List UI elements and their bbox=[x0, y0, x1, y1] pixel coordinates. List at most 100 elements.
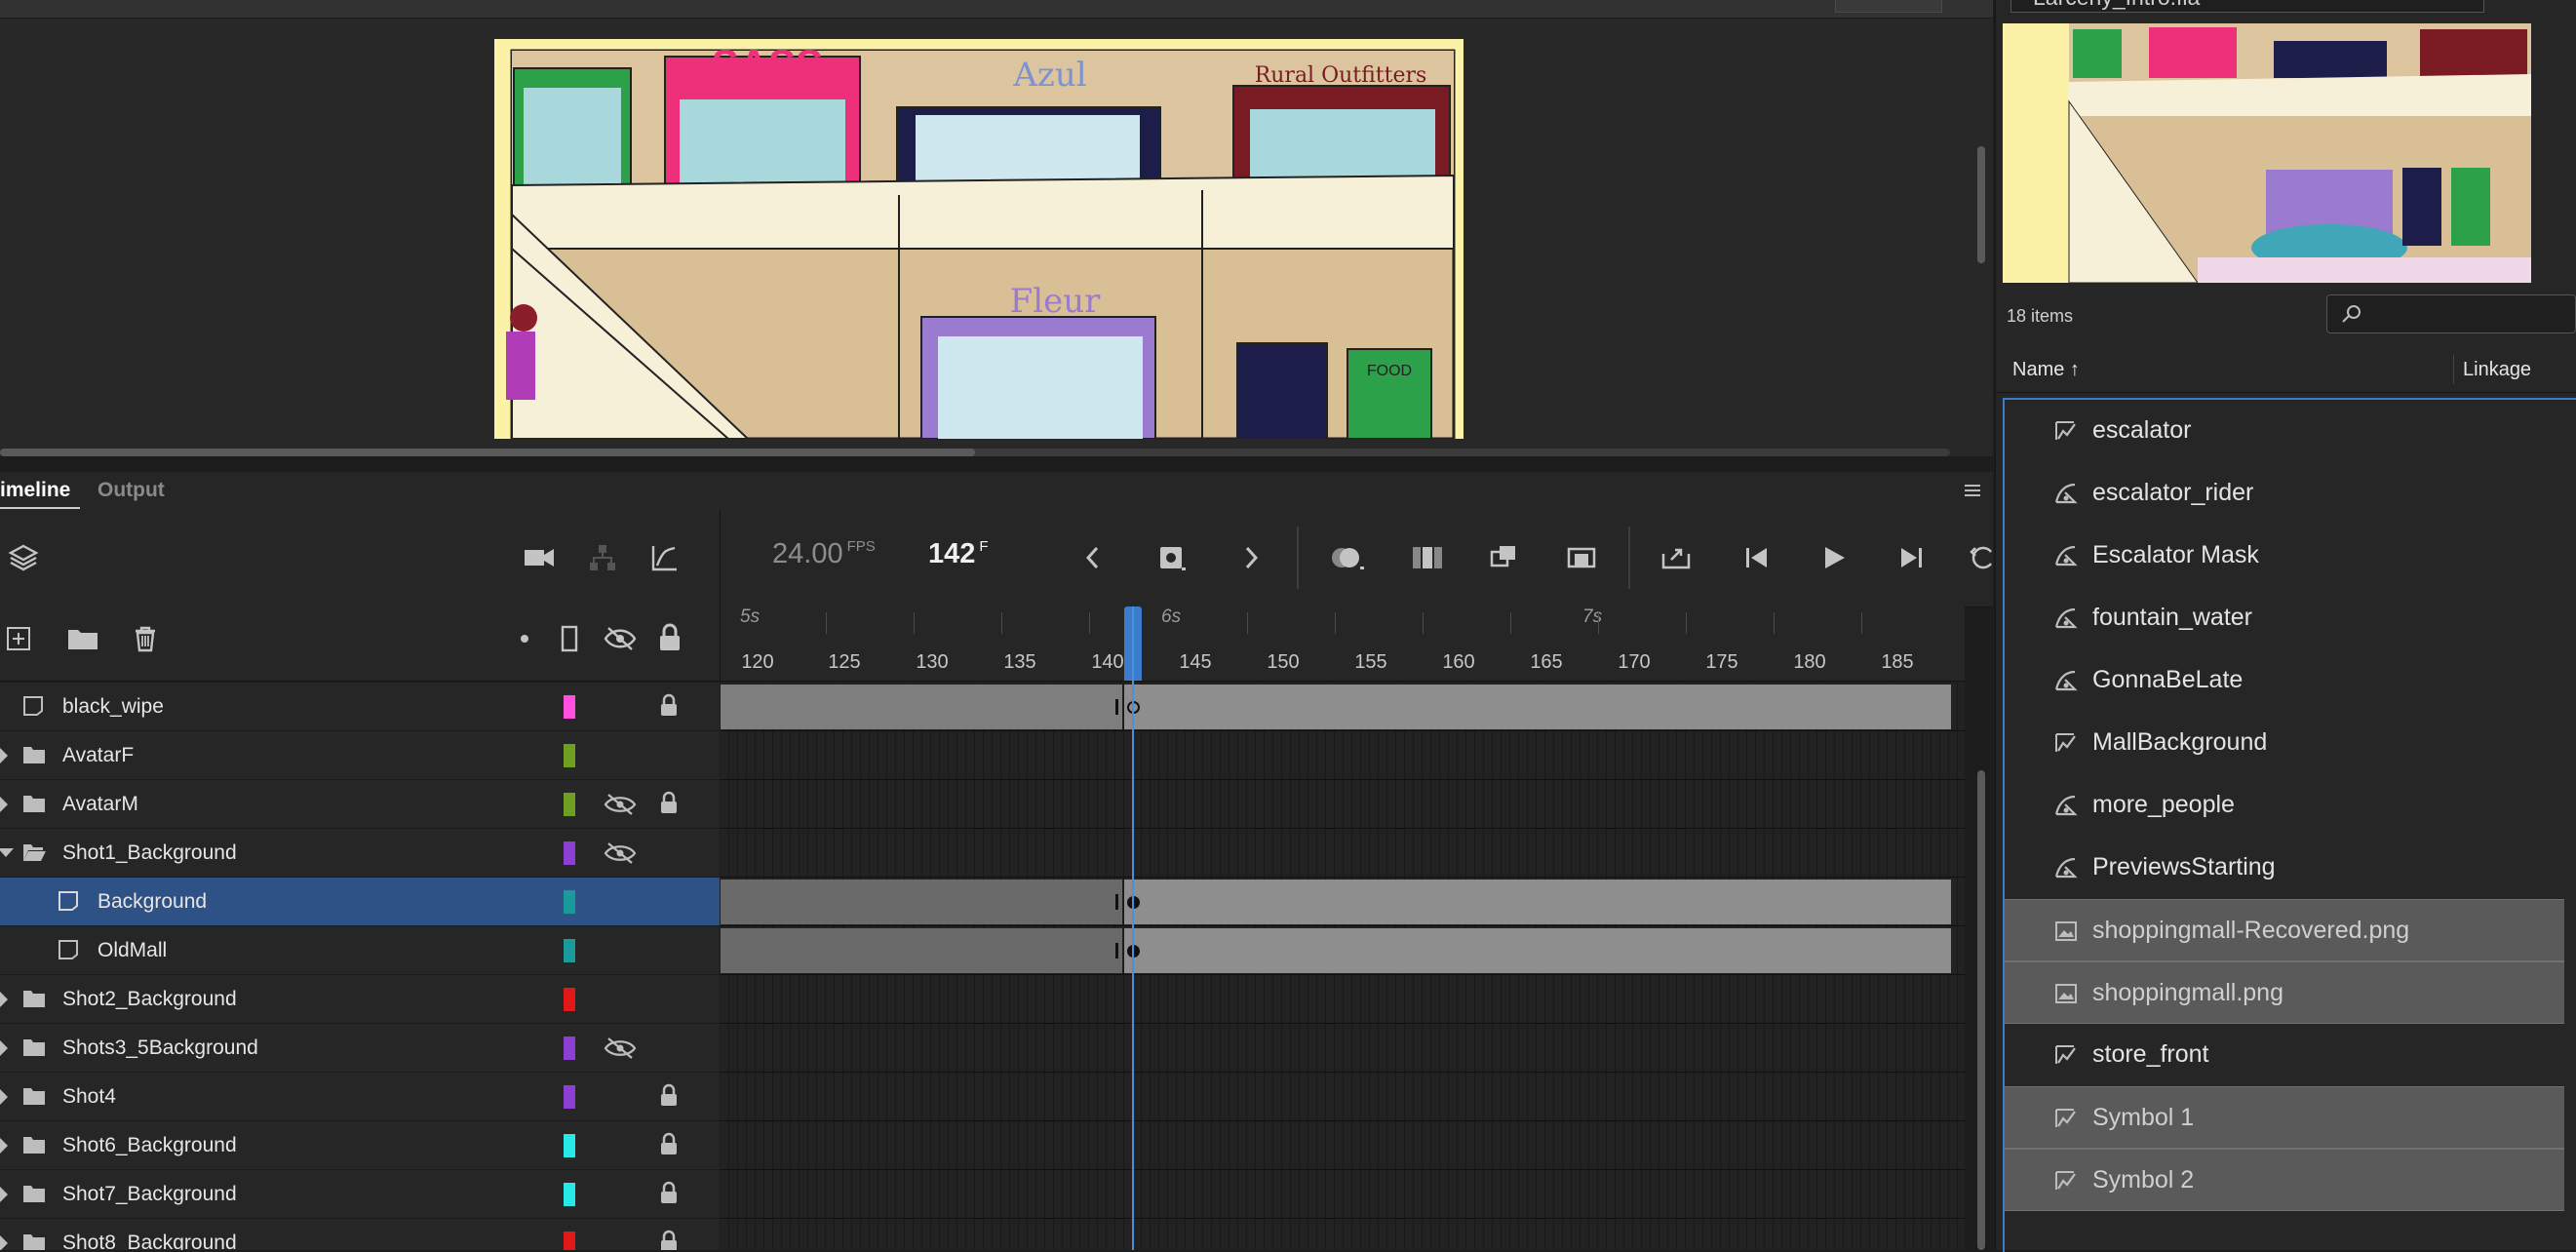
library-document-select[interactable]: Larceny_Intro.fla bbox=[2010, 0, 2484, 13]
layer-color-swatch[interactable] bbox=[564, 695, 575, 719]
library-item-name[interactable]: Escalator Mask bbox=[2092, 541, 2259, 569]
library-item[interactable]: store_front bbox=[2005, 1024, 2564, 1086]
loop-icon[interactable] bbox=[1488, 542, 1523, 573]
layer-row[interactable]: Shot8_Background bbox=[0, 1219, 720, 1250]
layer-name[interactable]: Shots3_5Background bbox=[62, 1037, 258, 1060]
library-item-name[interactable]: GonnaBeLate bbox=[2092, 666, 2243, 694]
library-item-highlighted[interactable]: Symbol 1 bbox=[2005, 1086, 2564, 1149]
layer-row[interactable]: Shots3_5Background bbox=[0, 1024, 720, 1073]
frame-row[interactable] bbox=[721, 683, 1965, 731]
timeline-vertical-scrollbar[interactable] bbox=[1977, 770, 1985, 1250]
frame-span[interactable] bbox=[721, 880, 1122, 924]
stage-horizontal-scrollbar[interactable] bbox=[0, 449, 1950, 456]
library-item-highlighted[interactable]: Symbol 2 bbox=[2005, 1149, 2564, 1211]
layer-color-swatch[interactable] bbox=[564, 1134, 575, 1157]
library-search-input[interactable] bbox=[2326, 294, 2576, 333]
insert-keyframe-move-icon[interactable] bbox=[1659, 542, 1695, 573]
sort-ascending-icon[interactable]: ↑ bbox=[2070, 359, 2080, 380]
library-item-list[interactable]: escalator escalator_rider Escalator Mask… bbox=[2003, 398, 2576, 1252]
frame-row[interactable] bbox=[721, 1170, 1965, 1219]
frame-row[interactable] bbox=[721, 780, 1965, 829]
layer-row[interactable]: AvatarF bbox=[0, 731, 720, 780]
expand-arrow-icon[interactable] bbox=[0, 1089, 8, 1105]
column-linkage[interactable]: Linkage bbox=[2463, 359, 2531, 381]
layer-name[interactable]: Shot8_Background bbox=[62, 1232, 237, 1250]
highlight-dot-icon[interactable] bbox=[520, 634, 529, 644]
library-item[interactable]: Escalator Mask bbox=[2005, 525, 2564, 587]
lock-icon[interactable] bbox=[658, 1181, 680, 1206]
frame-grid[interactable] bbox=[721, 683, 1965, 1250]
frame-row[interactable] bbox=[721, 1073, 1965, 1121]
hidden-eye-icon[interactable] bbox=[604, 841, 637, 865]
library-item-name[interactable]: more_people bbox=[2092, 791, 2235, 819]
lock-icon[interactable] bbox=[658, 1230, 680, 1250]
hidden-eye-icon[interactable] bbox=[604, 793, 637, 816]
layer-color-swatch[interactable] bbox=[564, 841, 575, 865]
layer-row[interactable]: AvatarM bbox=[0, 780, 720, 829]
library-item-highlighted[interactable]: shoppingmall-Recovered.png bbox=[2005, 899, 2564, 961]
paste-and-overwrite-icon[interactable] bbox=[1564, 542, 1599, 573]
layer-name[interactable]: Shot1_Background bbox=[62, 841, 237, 865]
library-item-highlighted[interactable]: shoppingmall.png bbox=[2005, 961, 2564, 1024]
expand-arrow-icon[interactable] bbox=[0, 748, 8, 763]
frame-row[interactable] bbox=[721, 1121, 1965, 1170]
graph-editor-icon[interactable] bbox=[649, 542, 681, 573]
frame-row[interactable] bbox=[721, 926, 1965, 975]
layer-row[interactable]: black_wipe bbox=[0, 683, 720, 731]
lock-icon[interactable] bbox=[658, 693, 680, 719]
library-item[interactable]: escalator_rider bbox=[2005, 462, 2564, 525]
expand-arrow-icon[interactable] bbox=[0, 1138, 8, 1154]
layer-color-swatch[interactable] bbox=[564, 1232, 575, 1250]
lock-all-icon[interactable] bbox=[657, 622, 683, 653]
library-item[interactable]: more_people bbox=[2005, 774, 2564, 837]
layer-name[interactable]: Shot2_Background bbox=[62, 988, 237, 1011]
library-item[interactable]: GonnaBeLate bbox=[2005, 649, 2564, 712]
expand-arrow-icon[interactable] bbox=[0, 992, 8, 1007]
onion-skin-icon[interactable] bbox=[1328, 542, 1367, 573]
expand-arrow-icon[interactable] bbox=[0, 1040, 8, 1056]
collapse-arrow-icon[interactable] bbox=[0, 848, 14, 857]
layer-name[interactable]: Background bbox=[98, 890, 207, 914]
current-frame-value[interactable]: 142 bbox=[928, 538, 975, 569]
expand-arrow-icon[interactable] bbox=[0, 1235, 8, 1250]
layer-row[interactable]: Shot1_Background bbox=[0, 829, 720, 878]
fps-value[interactable]: 24.00 bbox=[772, 538, 843, 569]
library-item-name[interactable]: shoppingmall.png bbox=[2092, 979, 2283, 1007]
library-item[interactable]: PreviewsStarting bbox=[2005, 837, 2564, 899]
tab-output[interactable]: Output bbox=[98, 472, 165, 509]
layer-color-swatch[interactable] bbox=[564, 793, 575, 816]
fps-display[interactable]: 24.00 FPS bbox=[772, 538, 876, 570]
layer-color-swatch[interactable] bbox=[564, 939, 575, 962]
column-name[interactable]: Name ↑ bbox=[2012, 359, 2080, 381]
layer-color-swatch[interactable] bbox=[564, 988, 575, 1011]
layer-color-swatch[interactable] bbox=[564, 1085, 575, 1109]
edit-multiple-frames-icon[interactable] bbox=[1410, 542, 1445, 573]
frame-row[interactable] bbox=[721, 1024, 1965, 1073]
new-folder-icon[interactable] bbox=[66, 626, 99, 651]
library-item[interactable]: fountain_water bbox=[2005, 587, 2564, 649]
layer-name[interactable]: black_wipe bbox=[62, 695, 164, 719]
stage-vertical-scrollbar[interactable] bbox=[1977, 146, 1985, 263]
library-item[interactable]: escalator bbox=[2005, 400, 2564, 462]
new-layer-icon[interactable] bbox=[6, 626, 31, 651]
frame-row[interactable] bbox=[721, 829, 1965, 878]
step-back-icon[interactable] bbox=[1741, 542, 1773, 573]
layer-row[interactable]: Shot2_Background bbox=[0, 975, 720, 1024]
layer-name[interactable]: AvatarM bbox=[62, 793, 138, 816]
expand-arrow-icon[interactable] bbox=[0, 797, 8, 812]
timeline-ruler[interactable]: 5s 6s 7s 120 125 130 135 140 145 150 155… bbox=[721, 606, 1965, 682]
step-forward-icon[interactable] bbox=[1895, 542, 1927, 573]
frame-span[interactable] bbox=[721, 685, 1122, 729]
frame-span[interactable] bbox=[1124, 928, 1951, 973]
layer-name[interactable]: Shot6_Background bbox=[62, 1134, 237, 1157]
insert-keyframe-icon[interactable] bbox=[1156, 542, 1188, 573]
library-item-name[interactable]: PreviewsStarting bbox=[2092, 853, 2276, 881]
library-document-name[interactable]: Larceny_Intro.fla bbox=[2033, 0, 2200, 11]
layer-color-swatch[interactable] bbox=[564, 744, 575, 767]
library-item-name[interactable]: Symbol 1 bbox=[2092, 1104, 2194, 1132]
frame-span[interactable] bbox=[1124, 880, 1951, 924]
tab-timeline[interactable]: imeline bbox=[0, 472, 81, 509]
previous-keyframe-icon[interactable] bbox=[1082, 542, 1104, 573]
frame-row-selected[interactable] bbox=[721, 878, 1965, 926]
library-item-name[interactable]: MallBackground bbox=[2092, 728, 2267, 757]
